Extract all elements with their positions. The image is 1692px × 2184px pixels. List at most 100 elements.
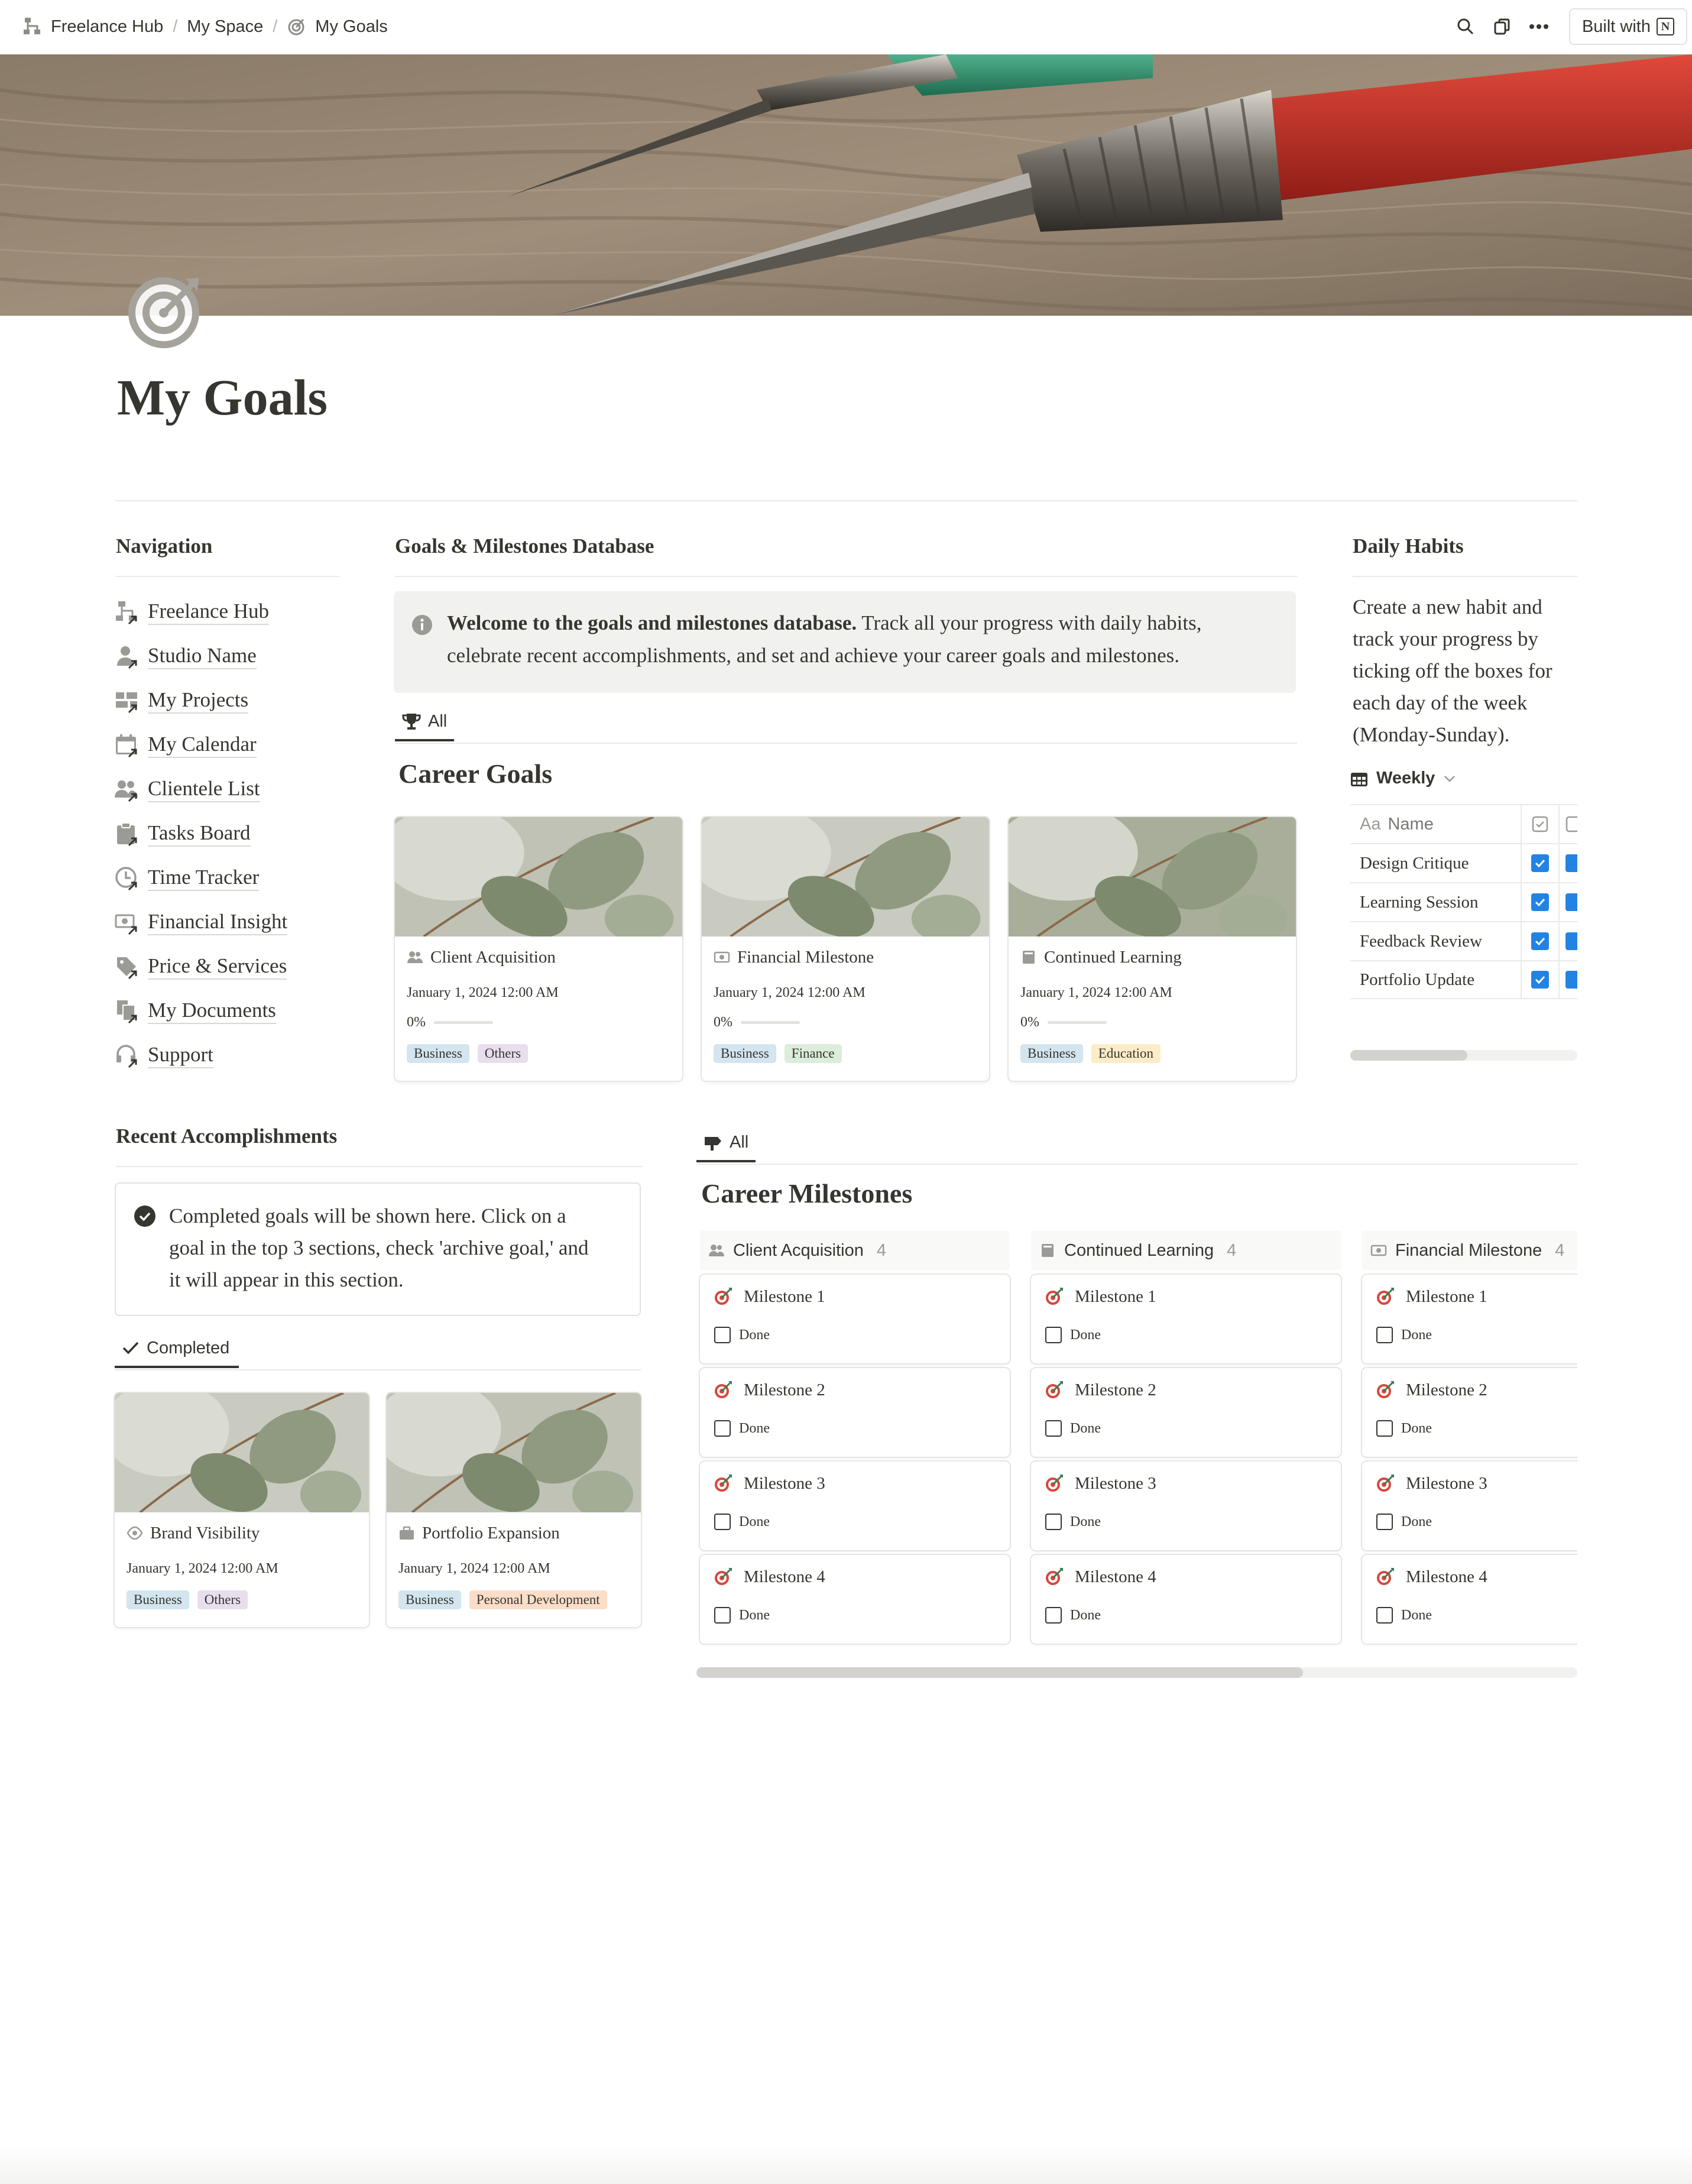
habit-checkbox-checked[interactable] (1531, 893, 1549, 911)
done-checkbox[interactable]: Done (1045, 1420, 1101, 1437)
habits-scrollbar-thumb[interactable] (1350, 1050, 1467, 1061)
checkbox-column-header[interactable] (1560, 805, 1577, 843)
done-checkbox[interactable]: Done (1376, 1607, 1432, 1624)
done-checkbox[interactable]: Done (714, 1327, 770, 1343)
nav-item-tasks-board[interactable]: Tasks Board (115, 812, 339, 856)
habit-row[interactable]: Design Critique (1350, 843, 1577, 882)
habit-checkbox-cell (1560, 883, 1577, 921)
nav-item-price-services[interactable]: Price & Services (115, 945, 339, 989)
top-actions: Built with N (1447, 0, 1692, 53)
column-name: Client Acquisition (733, 1240, 864, 1260)
habit-checkbox-checked[interactable] (1565, 893, 1577, 911)
goal-date: January 1, 2024 12:00 AM (407, 984, 559, 1000)
nav-item-time-tracker[interactable]: Time Tracker (115, 856, 339, 900)
done-checkbox[interactable]: Done (714, 1420, 770, 1437)
checkbox-unchecked[interactable] (1376, 1514, 1393, 1530)
tab-all-goals[interactable]: All (395, 704, 455, 741)
checkbox-unchecked[interactable] (1045, 1514, 1062, 1530)
people-icon (407, 951, 423, 963)
habit-name[interactable]: Design Critique (1350, 844, 1522, 882)
checkbox-unchecked[interactable] (1045, 1327, 1062, 1343)
done-checkbox[interactable]: Done (1045, 1327, 1101, 1343)
goal-card[interactable]: Continued Learning January 1, 2024 12:00 … (1009, 817, 1296, 1081)
nav-item-freelance-hub[interactable]: Freelance Hub (115, 590, 339, 634)
habit-checkbox-cell (1522, 961, 1560, 998)
checkbox-unchecked[interactable] (1376, 1420, 1393, 1437)
nav-item-my-calendar[interactable]: My Calendar (115, 723, 339, 767)
habit-row[interactable]: Learning Session (1350, 882, 1577, 921)
habit-row[interactable]: Portfolio Update (1350, 960, 1577, 999)
milestone-card[interactable]: Milestone 2 Done (1031, 1368, 1341, 1457)
checkbox-column-header[interactable] (1522, 805, 1560, 843)
habit-checkbox-checked[interactable] (1565, 932, 1577, 950)
habit-checkbox-checked[interactable] (1531, 932, 1549, 950)
habit-row[interactable]: Feedback Review (1350, 921, 1577, 960)
done-label: Done (1401, 1514, 1432, 1530)
goal-card[interactable]: Financial Milestone January 1, 2024 12:00… (702, 817, 989, 1081)
milestone-card[interactable]: Milestone 3 Done (700, 1462, 1010, 1550)
duplicate-icon[interactable] (1484, 8, 1521, 45)
breadcrumb-my-space[interactable]: My Space (187, 17, 263, 37)
nav-item-my-documents[interactable]: My Documents (115, 989, 339, 1033)
done-checkbox[interactable]: Done (1045, 1514, 1101, 1530)
built-with-button[interactable]: Built with N (1568, 8, 1687, 45)
tab-all-milestones[interactable]: All (696, 1125, 756, 1162)
tag: Others (477, 1044, 529, 1063)
nav-item-my-projects[interactable]: My Projects (115, 679, 339, 723)
checkbox-unchecked[interactable] (1045, 1607, 1062, 1624)
goal-date: January 1, 2024 12:00 AM (714, 984, 866, 1000)
done-checkbox[interactable]: Done (714, 1514, 770, 1530)
goal-title: Continued Learning (1044, 947, 1182, 967)
habit-checkbox-cell (1522, 883, 1560, 921)
milestone-card[interactable]: Milestone 2 Done (700, 1368, 1010, 1457)
board-column-header[interactable]: Client Acquisition 4 (700, 1231, 1010, 1270)
milestone-card[interactable]: Milestone 4 Done (700, 1555, 1010, 1644)
habit-checkbox-checked[interactable] (1531, 854, 1549, 872)
habit-name[interactable]: Feedback Review (1350, 922, 1522, 960)
search-icon[interactable] (1447, 8, 1484, 45)
milestone-card[interactable]: Milestone 1 Done (700, 1275, 1010, 1363)
habit-name[interactable]: Learning Session (1350, 883, 1522, 921)
card-cover-image (1009, 817, 1296, 937)
done-checkbox[interactable]: Done (1045, 1607, 1101, 1624)
board-column-header[interactable]: Financial Milestone 4 (1362, 1231, 1577, 1270)
done-checkbox[interactable]: Done (1376, 1327, 1432, 1343)
more-options-icon[interactable] (1521, 8, 1557, 45)
completed-goal-card[interactable]: Portfolio Expansion January 1, 2024 12:00… (387, 1393, 641, 1627)
done-checkbox[interactable]: Done (1376, 1514, 1432, 1530)
milestone-card[interactable]: Milestone 4 Done (1031, 1555, 1341, 1644)
done-label: Done (1401, 1607, 1432, 1623)
weekly-view-selector[interactable]: Weekly (1350, 769, 1464, 788)
name-column-header[interactable]: Aa Name (1350, 805, 1522, 843)
breadcrumb-my-goals[interactable]: My Goals (315, 17, 387, 37)
checkbox-unchecked[interactable] (1376, 1327, 1393, 1343)
checkbox-unchecked[interactable] (714, 1420, 731, 1437)
milestone-card[interactable]: Milestone 1 Done (1031, 1275, 1341, 1363)
done-checkbox[interactable]: Done (714, 1607, 770, 1624)
habit-checkbox-checked[interactable] (1565, 854, 1577, 872)
checkbox-unchecked[interactable] (1376, 1607, 1393, 1624)
habit-checkbox-checked[interactable] (1531, 971, 1549, 989)
breadcrumb-freelance-hub[interactable]: Freelance Hub (51, 17, 163, 37)
checkbox-unchecked[interactable] (714, 1327, 731, 1343)
checkbox-unchecked[interactable] (714, 1514, 731, 1530)
goal-date: January 1, 2024 12:00 AM (127, 1560, 278, 1576)
checkbox-unchecked[interactable] (714, 1607, 731, 1624)
habit-checkbox-checked[interactable] (1565, 971, 1577, 989)
board-column-header[interactable]: Continued Learning 4 (1031, 1231, 1341, 1270)
habit-name[interactable]: Portfolio Update (1350, 961, 1522, 998)
goal-card[interactable]: Client Acquisition January 1, 2024 12:00 … (395, 817, 682, 1081)
nav-item-financial-insight[interactable]: Financial Insight (115, 900, 339, 945)
page-target-icon[interactable] (124, 273, 203, 352)
completed-goal-card[interactable]: Brand Visibility January 1, 2024 12:00 AM… (115, 1393, 369, 1627)
nav-item-clientele-list[interactable]: Clientele List (115, 767, 339, 812)
milestone-card[interactable]: Milestone 3 Done (1031, 1462, 1341, 1550)
column-count: 4 (876, 1240, 886, 1260)
done-checkbox[interactable]: Done (1376, 1420, 1432, 1437)
tab-completed[interactable]: Completed (115, 1330, 239, 1368)
checkbox-unchecked[interactable] (1045, 1420, 1062, 1437)
nav-item-studio-name[interactable]: Studio Name (115, 634, 339, 679)
dart-target-icon (1377, 1568, 1394, 1585)
nav-item-support[interactable]: Support (115, 1033, 339, 1078)
board-scrollbar-thumb[interactable] (696, 1667, 1303, 1678)
